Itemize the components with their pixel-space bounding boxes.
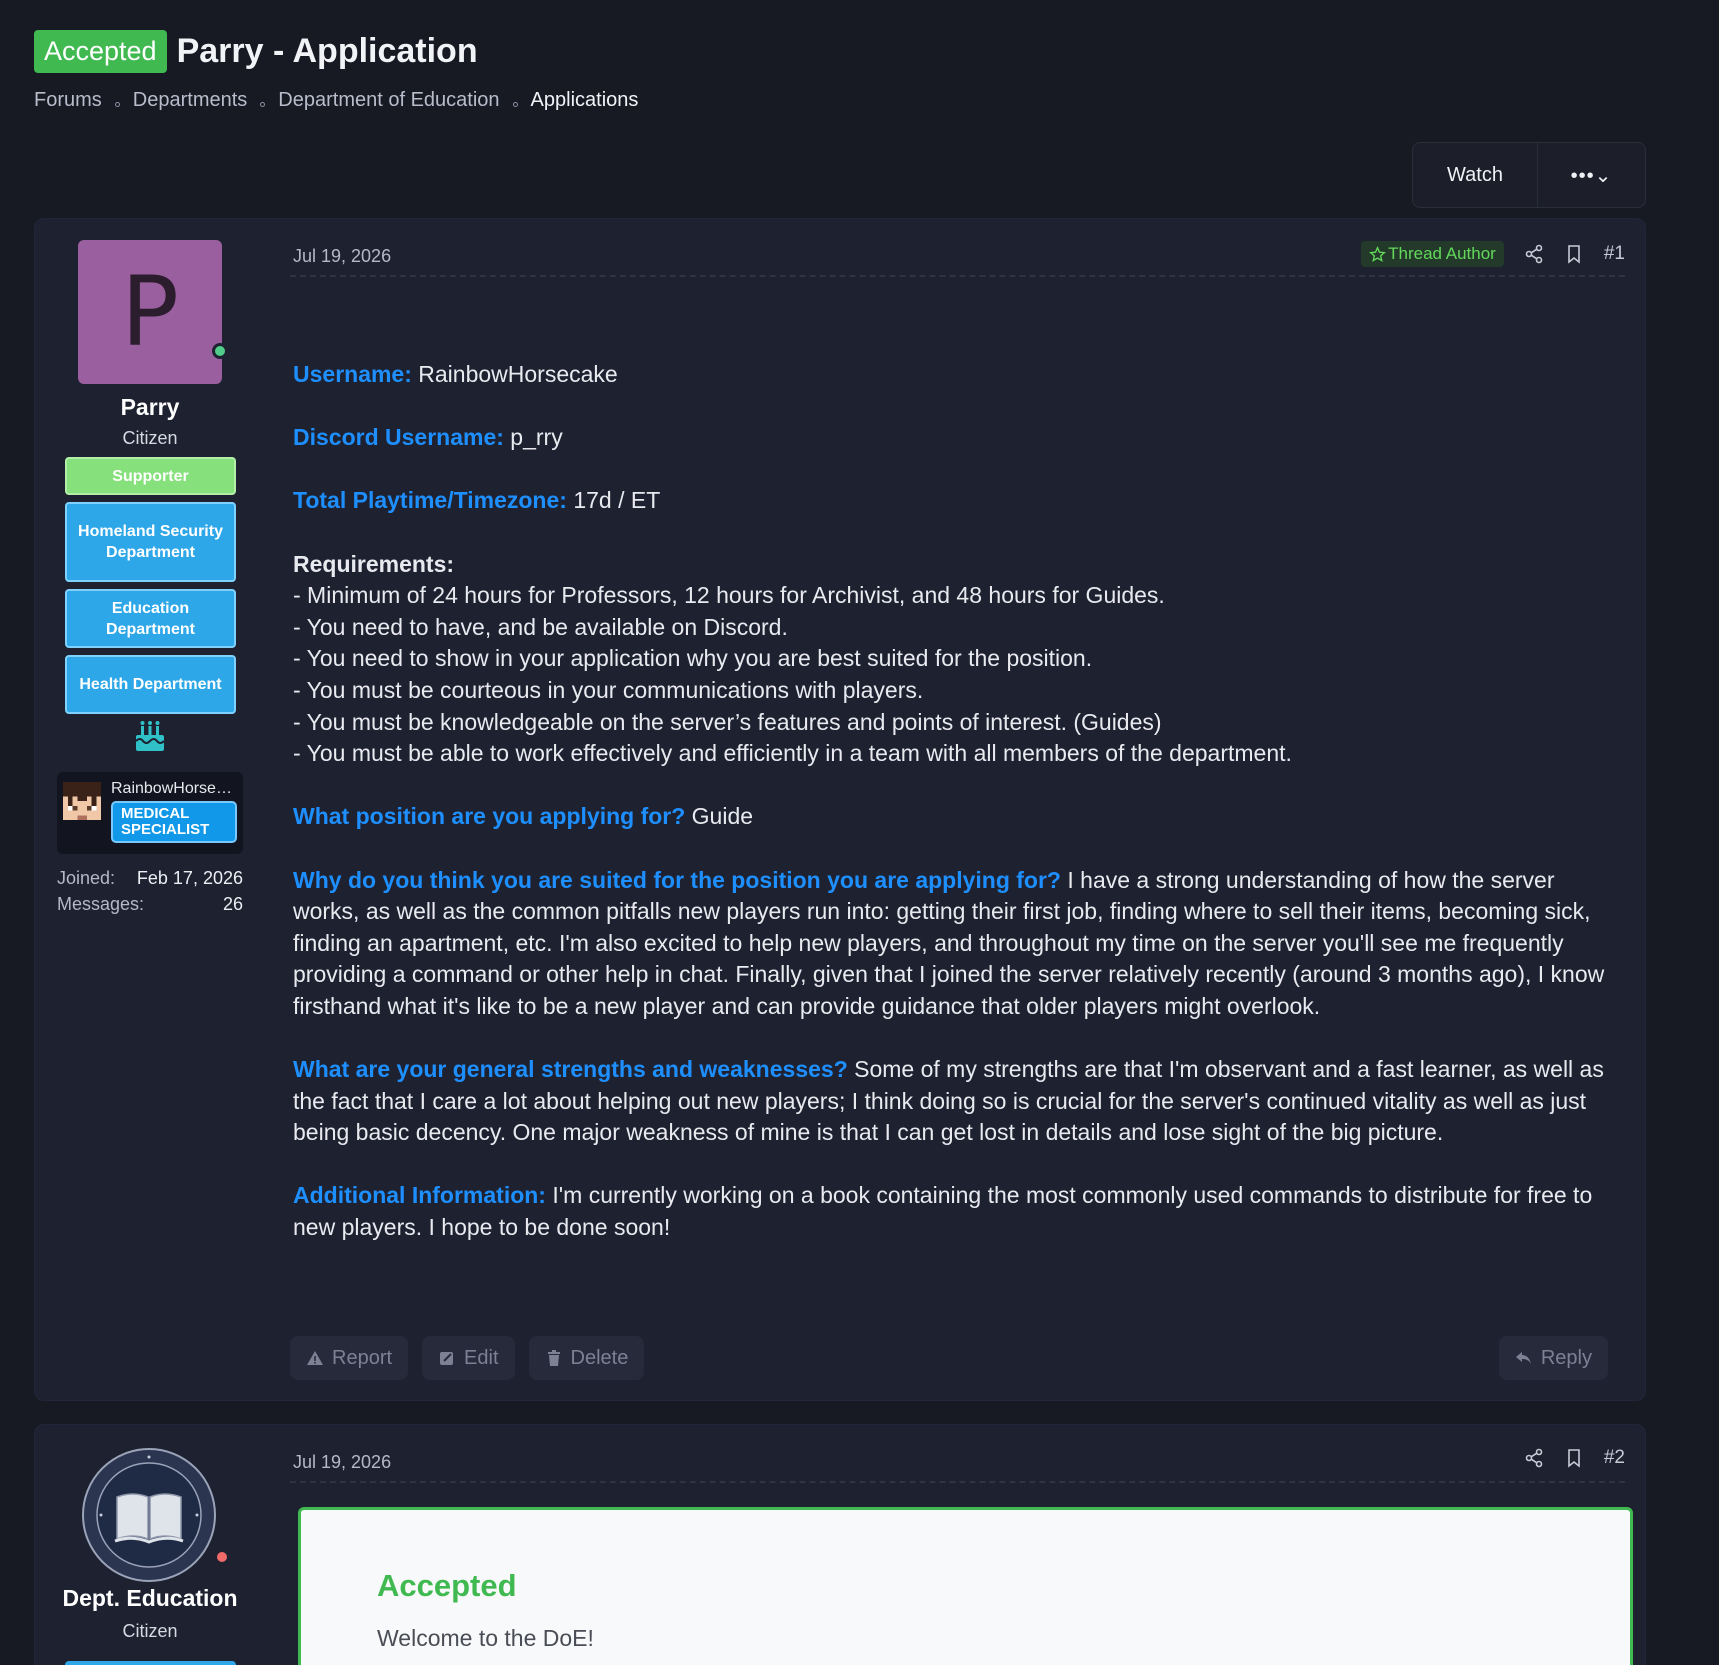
post-meta: Jul 19, 2026 Thread Author #1	[290, 241, 1625, 277]
post-meta: Jul 19, 2026 #2	[290, 1447, 1625, 1483]
messages-label: Messages:	[57, 894, 145, 914]
requirement-item: - Minimum of 24 hours for Professors, 12…	[293, 582, 1165, 609]
field-playtime: Total Playtime/Timezone: 17d / ET	[293, 487, 661, 514]
bookmark-icon[interactable]	[1564, 1448, 1584, 1468]
breadcrumb-department-of-education[interactable]: Department of Education	[278, 89, 499, 112]
post-number[interactable]: #1	[1604, 243, 1625, 265]
breadcrumb-separator	[512, 102, 518, 107]
post-number[interactable]: #2	[1604, 1447, 1625, 1469]
trash-icon	[547, 1350, 560, 1366]
question-additional: Additional Information: I'm currently wo…	[293, 1182, 1593, 1241]
bookmark-icon[interactable]	[1564, 244, 1584, 264]
breadcrumb: Forums Departments Department of Educati…	[34, 89, 1634, 112]
thread-author-badge: Thread Author	[1361, 241, 1504, 267]
user-stats: Joined: Feb 17, 2026 Messages: 26	[57, 865, 243, 917]
thread-toolbar: Watch •••⌄	[1412, 142, 1646, 208]
post-2: Dept. Education Citizen Jul 19, 2026 #2 …	[34, 1424, 1646, 1665]
notice-title: Accepted	[377, 1568, 517, 1603]
thread-header: Accepted Parry - Application Forums Depa…	[34, 30, 1634, 112]
user-sidebar: P Parry Citizen Supporter Homeland Secur…	[35, 219, 265, 1400]
requirements-block: Requirements: - Minimum of 24 hours for …	[293, 549, 1625, 770]
delete-button[interactable]: Delete	[528, 1336, 645, 1380]
banner-supporter: Supporter	[65, 457, 236, 495]
star-icon	[1369, 245, 1387, 262]
reply-icon	[1515, 1352, 1531, 1364]
reply-button[interactable]: Reply	[1498, 1336, 1608, 1380]
accepted-prefix[interactable]: Accepted	[34, 30, 167, 73]
breadcrumb-departments[interactable]: Departments	[133, 89, 248, 112]
requirement-item: - You must be able to work effectively a…	[293, 740, 1292, 767]
requirement-item: - You need to have, and be available on …	[293, 613, 788, 640]
page-title: Parry - Application	[176, 32, 478, 70]
notice-text: Welcome to the DoE!	[377, 1625, 594, 1651]
user-sidebar: Dept. Education Citizen	[35, 1425, 265, 1665]
thread-author-label: Thread Author	[1388, 244, 1496, 263]
joined-date: Feb 17, 2026	[136, 868, 243, 888]
messages-count[interactable]: 26	[223, 891, 243, 917]
banner-education: Education Department	[65, 589, 236, 648]
edit-icon	[440, 1352, 454, 1365]
question-position: What position are you applying for? Guid…	[293, 803, 754, 830]
banner-health: Health Department	[65, 655, 236, 714]
banner-partial	[65, 1661, 236, 1665]
breadcrumb-separator	[114, 102, 120, 107]
banner-homeland-security: Homeland Security Department	[65, 502, 236, 582]
report-button[interactable]: Report	[290, 1336, 409, 1380]
joined-label: Joined:	[57, 868, 116, 888]
requirements-label: Requirements:	[293, 550, 455, 577]
user-title: Citizen	[122, 428, 178, 448]
post-1: P Parry Citizen Supporter Homeland Secur…	[34, 218, 1646, 1401]
breadcrumb-applications[interactable]: Applications	[531, 89, 639, 112]
field-discord: Discord Username: p_rry	[293, 424, 563, 451]
field-username: Username: RainbowHorsecake	[293, 361, 618, 387]
requirement-item: - You must be courteous in your communic…	[293, 676, 924, 703]
minecraft-profile-card[interactable]: RainbowHorsecake MEDICAL SPECIALIST	[57, 772, 243, 854]
offline-status-icon	[214, 1549, 230, 1565]
breadcrumb-separator	[260, 102, 266, 107]
post-body: Username: RainbowHorsecake Discord Usern…	[293, 359, 1625, 1275]
watch-button[interactable]: Watch	[1413, 143, 1538, 207]
minecraft-head-icon	[63, 782, 101, 820]
moderation-notice: Accepted Welcome to the DoE!	[298, 1507, 1633, 1665]
minecraft-username: RainbowHorsecake	[111, 780, 237, 797]
user-title: Citizen	[122, 1621, 178, 1641]
post-actions: Report Edit Delete	[290, 1336, 645, 1380]
more-options-button[interactable]: •••⌄	[1538, 143, 1645, 207]
requirement-item: - You need to show in your application w…	[293, 645, 1093, 672]
warning-icon	[307, 1351, 323, 1365]
share-icon[interactable]	[1524, 244, 1544, 264]
edit-button[interactable]: Edit	[422, 1336, 515, 1380]
post-date[interactable]: Jul 19, 2026	[293, 246, 391, 267]
username[interactable]: Dept. Education	[35, 1585, 265, 1612]
question-suited: Why do you think you are suited for the …	[293, 866, 1605, 1019]
online-status-icon	[212, 343, 228, 359]
minecraft-rank-badge: MEDICAL SPECIALIST	[111, 801, 237, 843]
birthday-cake-icon	[135, 721, 165, 751]
department-seal-icon[interactable]	[81, 1447, 217, 1583]
post-date[interactable]: Jul 19, 2026	[293, 1452, 391, 1473]
breadcrumb-forums[interactable]: Forums	[34, 89, 102, 112]
avatar[interactable]: P	[78, 240, 222, 384]
username[interactable]: Parry	[35, 394, 265, 421]
requirement-item: - You must be knowledgeable on the serve…	[293, 708, 1162, 735]
share-icon[interactable]	[1524, 1448, 1544, 1468]
question-strengths: What are your general strengths and weak…	[293, 1056, 1604, 1146]
